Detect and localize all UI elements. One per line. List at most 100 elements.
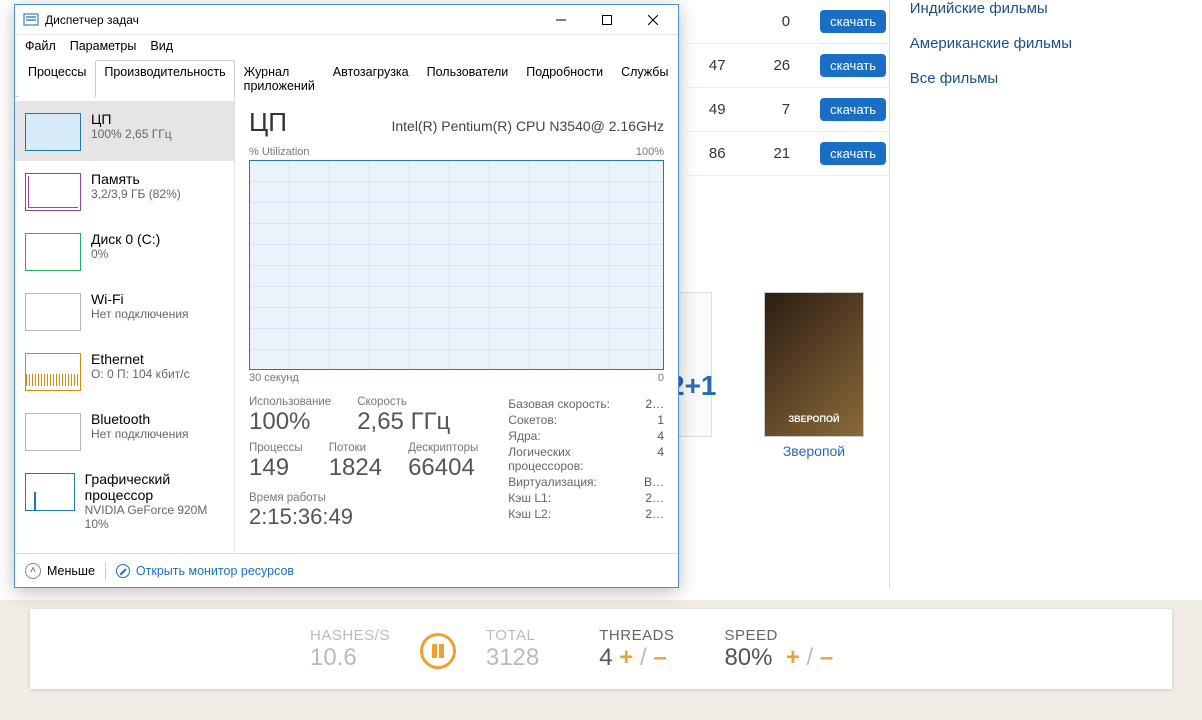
resource-item-ЦП[interactable]: ЦП100% 2,65 ГГц [15, 101, 234, 161]
chevron-up-icon: ˄ [25, 563, 41, 579]
resource-sub: 0% [91, 247, 160, 261]
resource-item-Диск 0 (C:)[interactable]: Диск 0 (C:)0% [15, 221, 234, 281]
threads-minus[interactable]: – [653, 644, 666, 671]
tab-Процессы[interactable]: Процессы [19, 60, 95, 97]
detail-value: 1 [657, 413, 664, 427]
speed-plus[interactable]: + [786, 644, 800, 671]
tab-Производительность[interactable]: Производительность [95, 60, 234, 97]
cpu-chart[interactable] [249, 160, 664, 370]
detail-key: Кэш L2: [508, 507, 551, 521]
resource-thumb [25, 413, 81, 451]
col-1: 49 [691, 101, 726, 118]
speed-minus[interactable]: – [820, 644, 833, 671]
resource-title: Bluetooth [91, 411, 189, 427]
uptime-label: Время работы [249, 492, 478, 504]
performance-body: ЦП100% 2,65 ГГцПамять3,2/3,9 ГБ (82%)Дис… [15, 97, 678, 553]
resource-item-Графический процессор[interactable]: Графический процессорNVIDIA GeForce 920M… [15, 461, 234, 541]
speed-value: 80% + / – [724, 644, 833, 672]
detail-row: Виртуализация:В… [508, 474, 664, 490]
speed-number: 80% [724, 644, 772, 671]
pause-icon[interactable] [420, 633, 456, 669]
movie-title[interactable]: Зверопой [764, 443, 864, 459]
movie-card[interactable]: Зверопой [764, 292, 864, 459]
resource-item-Bluetooth[interactable]: BluetoothНет подключения [15, 401, 234, 461]
download-button[interactable]: скачать [820, 54, 886, 77]
resource-thumb [25, 173, 81, 211]
download-button[interactable]: скачать [820, 10, 886, 33]
tabstrip: ПроцессыПроизводительностьЖурнал приложе… [15, 59, 678, 97]
detail-value: 2… [645, 397, 664, 411]
miner-bar: HASHES/S 10.6 TOTAL 3128 THREADS 4 + / –… [30, 609, 1172, 689]
tab-Автозагрузка[interactable]: Автозагрузка [324, 60, 418, 97]
col-1: 86 [691, 145, 726, 162]
maximize-button[interactable] [584, 5, 630, 35]
close-button[interactable] [630, 5, 676, 35]
menu-item[interactable]: Вид [150, 39, 173, 53]
total-stat: TOTAL 3128 [486, 627, 539, 672]
threads-value: 4 + / – [599, 644, 674, 672]
stat-Потоки: Потоки1824 [329, 442, 382, 482]
tab-Подробности[interactable]: Подробности [517, 60, 612, 97]
chart-x-left: 30 секунд [249, 372, 299, 384]
detail-key: Базовая скорость: [508, 397, 610, 411]
download-row: 4726скачать [687, 44, 890, 88]
detail-key: Логических процессоров: [508, 445, 645, 473]
resource-item-Память[interactable]: Память3,2/3,9 ГБ (82%) [15, 161, 234, 221]
resource-title: Wi-Fi [91, 291, 189, 307]
statusbar: ˄ Меньше Открыть монитор ресурсов [15, 553, 678, 587]
fewer-details-button[interactable]: ˄ Меньше [25, 563, 95, 579]
detail-row: Кэш L1:2… [508, 490, 664, 506]
uptime-value: 2:15:36:49 [249, 504, 478, 530]
threads-label: THREADS [599, 627, 674, 644]
resource-sub: NVIDIA GeForce 920M10% [85, 503, 224, 531]
resource-item-Wi-Fi[interactable]: Wi-FiНет подключения [15, 281, 234, 341]
stat-label: Скорость [357, 396, 450, 408]
threads-plus[interactable]: + [619, 644, 633, 671]
detail-value: В… [644, 475, 664, 489]
detail-value: 4 [657, 429, 664, 443]
stat-label: Использование [249, 396, 331, 408]
resource-thumb [25, 353, 81, 391]
detail-key: Сокетов: [508, 413, 557, 427]
detail-key: Кэш L1: [508, 491, 551, 505]
threads-number: 4 [599, 644, 612, 671]
movie-poster[interactable] [764, 292, 864, 437]
task-manager-window: Диспетчер задач Файл Параметры Вид Процесс… [14, 4, 679, 588]
stat-Процессы: Процессы149 [249, 442, 303, 482]
stat-label: Дескрипторы [408, 442, 478, 454]
resource-title: ЦП [91, 111, 172, 127]
resource-monitor-label: Открыть монитор ресурсов [136, 564, 294, 578]
stat-Дескрипторы: Дескрипторы66404 [408, 442, 478, 482]
download-button[interactable]: скачать [820, 98, 886, 121]
download-button[interactable]: скачать [820, 142, 886, 165]
category-link[interactable]: Все фильмы [910, 70, 1072, 87]
titlebar[interactable]: Диспетчер задач [15, 5, 678, 35]
open-resource-monitor-link[interactable]: Открыть монитор ресурсов [116, 564, 294, 578]
panel-title: ЦП [249, 107, 287, 138]
menu-item[interactable]: Файл [25, 39, 56, 53]
minimize-button[interactable] [538, 5, 584, 35]
resource-list: ЦП100% 2,65 ГГцПамять3,2/3,9 ГБ (82%)Дис… [15, 97, 235, 553]
download-row: 8621скачать [687, 132, 890, 176]
resource-monitor-icon [116, 564, 130, 578]
tab-Пользователи[interactable]: Пользователи [418, 60, 518, 97]
category-link[interactable]: Американские фильмы [910, 35, 1072, 52]
category-link[interactable]: Индийские фильмы [910, 0, 1072, 17]
app-icon [23, 12, 39, 28]
stat-Скорость: Скорость2,65 ГГц [357, 396, 450, 436]
speed-label: SPEED [724, 627, 833, 644]
resource-sub: О: 0 П: 104 кбит/с [91, 367, 190, 381]
resource-item-Ethernet[interactable]: EthernetО: 0 П: 104 кбит/с [15, 341, 234, 401]
threads-stat: THREADS 4 + / – [599, 627, 674, 672]
tab-Службы[interactable]: Службы [612, 60, 677, 97]
col-2: 0 [756, 13, 791, 30]
hashes-stat: HASHES/S 10.6 [310, 627, 390, 672]
total-label: TOTAL [486, 627, 539, 644]
col-2: 7 [756, 101, 791, 118]
menu-item[interactable]: Параметры [70, 39, 137, 53]
detail-row: Базовая скорость: 2… [508, 396, 664, 412]
detail-key: Ядра: [508, 429, 540, 443]
tab-Журнал приложений[interactable]: Журнал приложений [235, 60, 324, 97]
detail-row: Ядра: 4 [508, 428, 664, 444]
resource-title: Ethernet [91, 351, 190, 367]
